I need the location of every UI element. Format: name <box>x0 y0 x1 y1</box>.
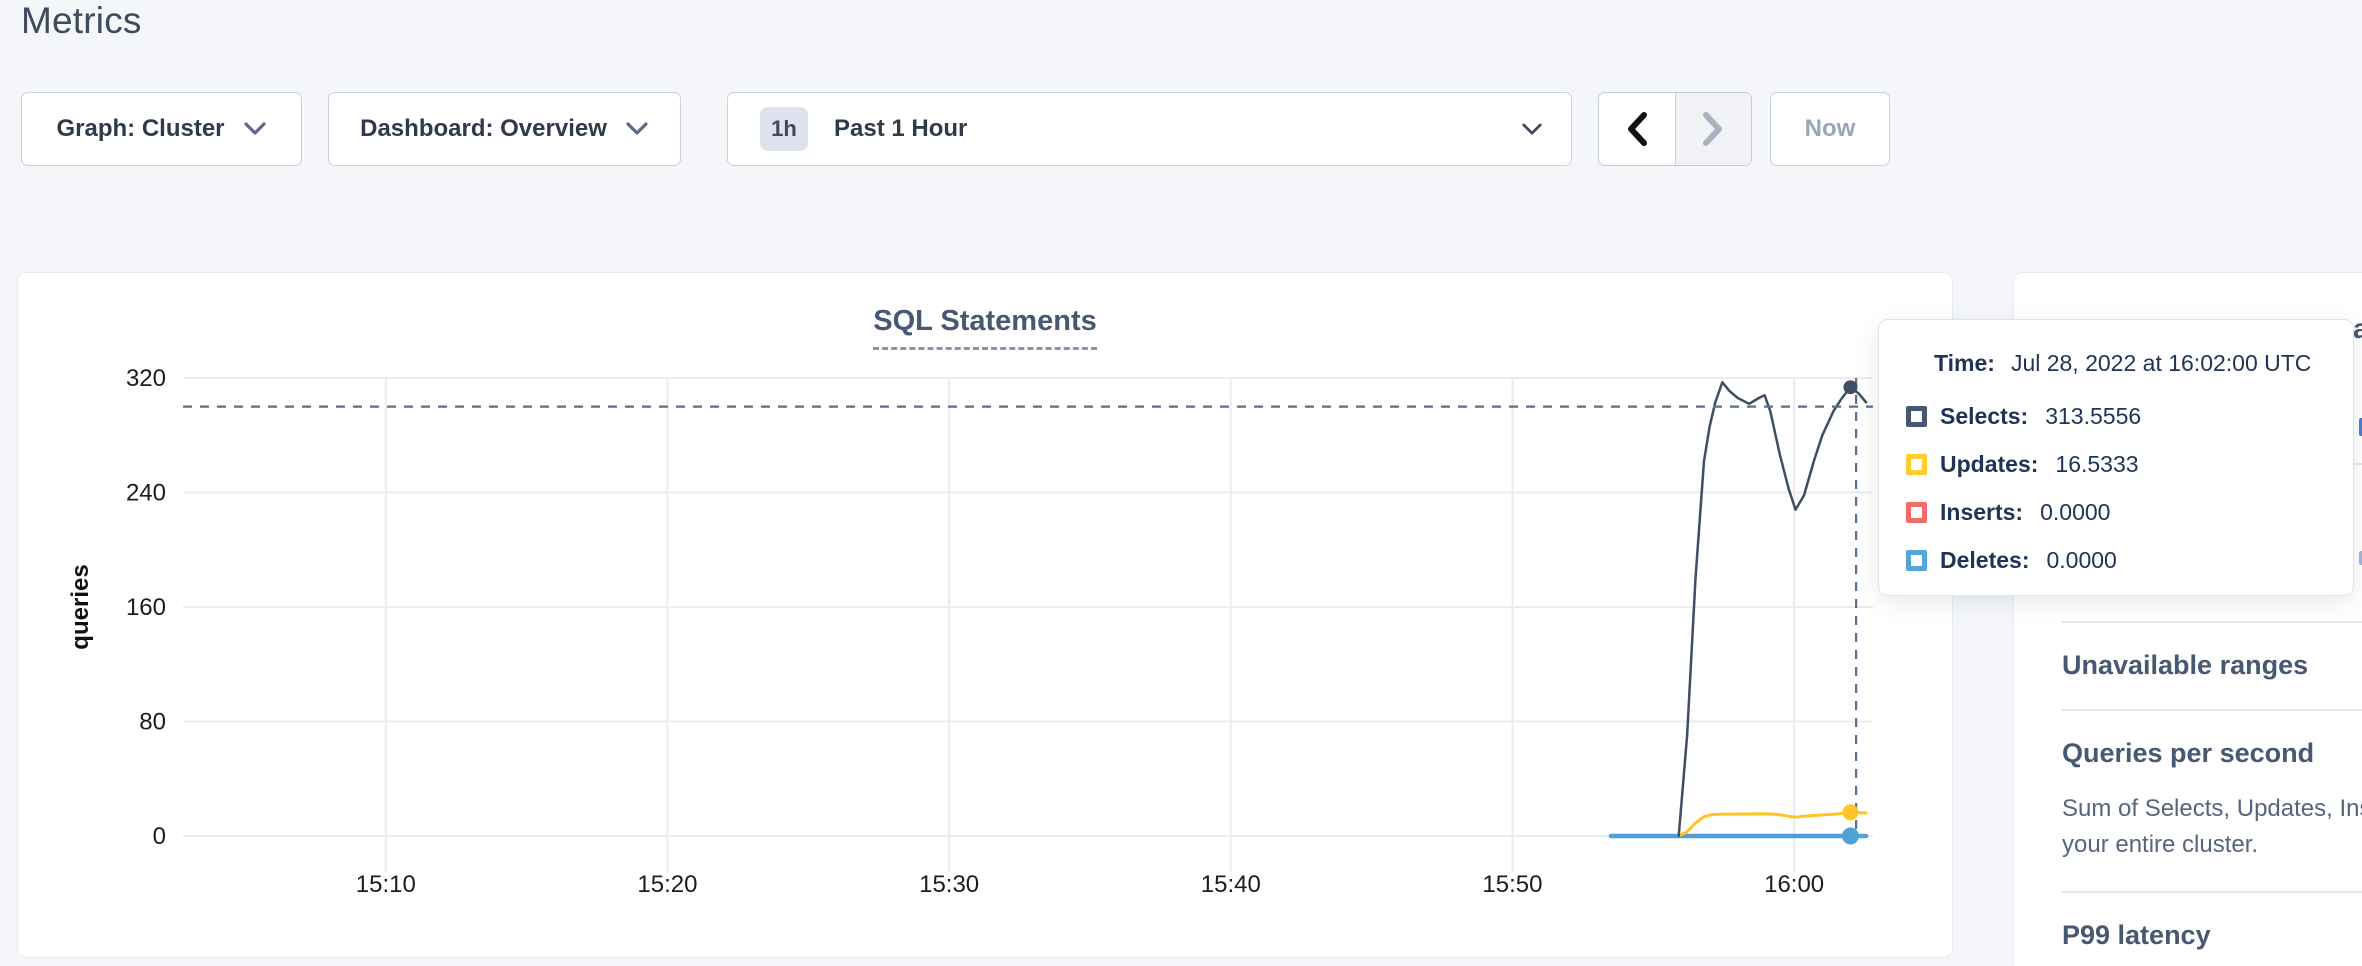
now-button[interactable]: Now <box>1770 92 1890 166</box>
svg-text:15:20: 15:20 <box>637 871 697 898</box>
svg-text:240: 240 <box>126 480 166 507</box>
series-value: 0.0000 <box>2040 499 2110 526</box>
metrics-page: Metrics Graph: Cluster Dashboard: Overvi… <box>0 0 2362 966</box>
tooltip-time-label: Time: <box>1934 350 1995 376</box>
dashboard-dropdown[interactable]: Dashboard: Overview <box>328 92 681 166</box>
tooltip-series-row: Selects: 313.5556 <box>1906 392 2343 440</box>
chevron-right-icon <box>1702 112 1724 146</box>
tooltip-series-row: Updates: 16.5333 <box>1906 440 2343 488</box>
svg-text:80: 80 <box>139 709 166 736</box>
series-line-selects <box>1679 382 1866 836</box>
svg-text:15:40: 15:40 <box>1201 871 1261 898</box>
svg-text:160: 160 <box>126 594 166 621</box>
highlight-dot-deletes <box>1842 828 1859 845</box>
sidebar-section-heading[interactable]: Queries per second <box>2062 737 2362 769</box>
svg-text:0: 0 <box>153 823 166 850</box>
time-range-label: Past 1 Hour <box>834 115 967 143</box>
series-line-updates <box>1679 812 1866 836</box>
time-pager <box>1598 92 1752 166</box>
sidebar-section: Queries per second Sum of Selects, Updat… <box>2062 709 2362 863</box>
sidebar-section-heading[interactable]: Unavailable ranges <box>2062 649 2362 681</box>
gridlines <box>183 378 1873 872</box>
tooltip-time-row: Time: Jul 28, 2022 at 16:02:00 UTC <box>1934 350 2311 377</box>
sidebar-section-heading[interactable]: P99 latency <box>2062 919 2362 951</box>
chart-title-wrap: SQL Statements <box>18 305 1952 350</box>
sidebar-section-description: Sum of Selects, Updates, Inseryour entir… <box>2062 791 2362 863</box>
svg-text:15:10: 15:10 <box>356 871 416 898</box>
series-value: 313.5556 <box>2045 403 2141 430</box>
series-swatch-icon <box>1906 454 1927 475</box>
svg-text:15:30: 15:30 <box>919 871 979 898</box>
time-range-selector[interactable]: 1h Past 1 Hour <box>727 92 1572 166</box>
series-label: Deletes: <box>1940 547 2029 574</box>
divider <box>2062 621 2362 623</box>
axis-labels: 0 80 160 240 320 15:10 15:20 15:30 15:40 15:50 16:… <box>67 365 1824 898</box>
tooltip-series-row: Inserts: 0.0000 <box>1906 488 2343 536</box>
series-value: 16.5333 <box>2055 451 2138 478</box>
time-next-button[interactable] <box>1675 93 1752 165</box>
dashboard-dropdown-label: Dashboard: Overview <box>360 115 607 143</box>
time-prev-button[interactable] <box>1599 93 1675 165</box>
svg-text:16:00: 16:00 <box>1764 871 1824 898</box>
divider <box>2062 891 2362 893</box>
series-label: Inserts: <box>1940 499 2023 526</box>
chevron-down-icon <box>243 121 267 137</box>
tooltip-time-value: Jul 28, 2022 at 16:02:00 UTC <box>2011 350 2311 376</box>
tooltip-rows: Selects: 313.5556 Updates: 16.5333 Inser… <box>1906 392 2343 584</box>
highlight-dot-selects <box>1843 380 1857 394</box>
series-value: 0.0000 <box>2046 547 2116 574</box>
page-title: Metrics <box>21 0 142 42</box>
time-range-badge: 1h <box>760 107 808 151</box>
chevron-down-icon <box>625 121 649 137</box>
svg-text:320: 320 <box>126 365 166 392</box>
graph-dropdown[interactable]: Graph: Cluster <box>21 92 302 166</box>
sidebar-section: P99 latency <box>2062 891 2362 951</box>
svg-text:15:50: 15:50 <box>1482 871 1542 898</box>
series-swatch-icon <box>1906 502 1927 523</box>
chart-title[interactable]: SQL Statements <box>873 305 1096 350</box>
clipped-divider-fragment <box>2353 463 2362 465</box>
clipped-sidebar-heading-fragment: a <box>2353 313 2362 345</box>
sql-statements-chart[interactable]: 0 80 160 240 320 15:10 15:20 15:30 15:40 15:50 16:… <box>18 273 1954 959</box>
series-label: Updates: <box>1940 451 2038 478</box>
tooltip-series-row: Deletes: 0.0000 <box>1906 536 2343 584</box>
svg-text:queries: queries <box>67 564 94 649</box>
series-lines <box>1611 382 1866 836</box>
now-button-label: Now <box>1805 115 1856 143</box>
graph-dropdown-label: Graph: Cluster <box>56 115 224 143</box>
chevron-down-icon <box>1521 122 1543 137</box>
chevron-left-icon <box>1626 112 1648 146</box>
series-swatch-icon <box>1906 550 1927 571</box>
sql-statements-panel: 0 80 160 240 320 15:10 15:20 15:30 15:40 15:50 16:… <box>17 272 1953 958</box>
series-swatch-icon <box>1906 406 1927 427</box>
sidebar-sections: Unavailable ranges Queries per second Su… <box>2062 621 2362 966</box>
chart-tooltip: Time: Jul 28, 2022 at 16:02:00 UTC Select… <box>1878 319 2354 596</box>
sidebar-section: Unavailable ranges <box>2062 621 2362 681</box>
divider <box>2062 709 2362 711</box>
highlight-dot-updates <box>1842 804 1858 820</box>
series-label: Selects: <box>1940 403 2028 430</box>
